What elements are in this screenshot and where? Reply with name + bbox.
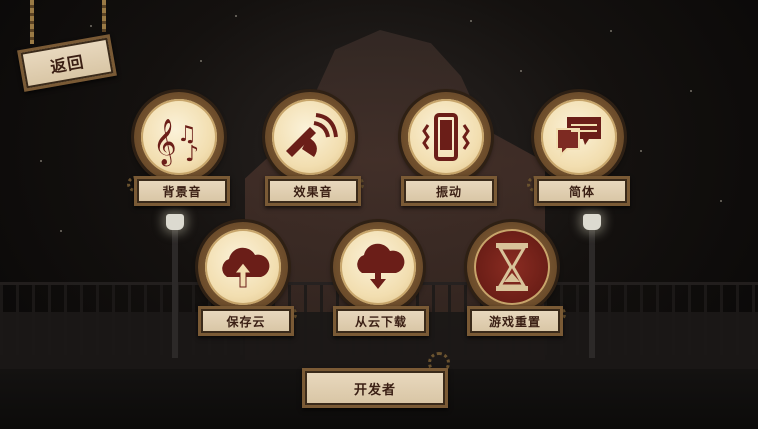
lamp-light-right <box>583 214 601 230</box>
hourglass-icon <box>474 229 550 305</box>
vibration-ring <box>401 92 491 182</box>
lamp-light-left <box>166 214 184 230</box>
phone-vibrate-icon <box>408 99 484 175</box>
sfx-label: 效果音 <box>265 176 361 206</box>
cloud-download-ring <box>333 222 423 312</box>
cloud-download-icon <box>340 229 416 305</box>
cloud-save-setting[interactable]: 保存云 <box>187 222 299 346</box>
chat-bubbles-icon <box>541 99 617 175</box>
cloud-save-label: 保存云 <box>198 306 294 336</box>
cloud-save-ring <box>198 222 288 312</box>
bgm-label: 背景音 <box>134 176 230 206</box>
game-reset-label: 游戏重置 <box>467 306 563 336</box>
sfx-setting[interactable]: 效果音 <box>254 92 366 216</box>
sign-chain-left <box>30 0 34 44</box>
street-lamp-left <box>172 228 178 358</box>
sign-chain-right <box>102 0 106 32</box>
svg-text:♪: ♪ <box>185 142 199 167</box>
speaker-sound-icon <box>272 99 348 175</box>
bgm-setting[interactable]: 𝄞 ♫ ♪ 背景音 <box>123 92 235 216</box>
cloud-download-label: 从云下载 <box>333 306 429 336</box>
game-reset-ring <box>467 222 557 312</box>
language-setting[interactable]: 简体 <box>523 92 635 216</box>
vibration-label: 振动 <box>401 176 497 206</box>
street-lamp-right <box>589 228 595 358</box>
cloud-upload-icon <box>205 229 281 305</box>
developer-button[interactable]: 开发者 <box>302 368 448 408</box>
language-label: 简体 <box>534 176 630 206</box>
game-reset-setting[interactable]: 游戏重置 <box>456 222 568 346</box>
cloud-download-setting[interactable]: 从云下载 <box>322 222 434 346</box>
vibration-setting[interactable]: 振动 <box>390 92 502 216</box>
music-notes-icon: 𝄞 ♫ ♪ <box>141 99 217 175</box>
svg-text:𝄞: 𝄞 <box>153 119 177 167</box>
language-ring <box>534 92 624 182</box>
bgm-ring: 𝄞 ♫ ♪ <box>134 92 224 182</box>
sfx-ring <box>265 92 355 182</box>
